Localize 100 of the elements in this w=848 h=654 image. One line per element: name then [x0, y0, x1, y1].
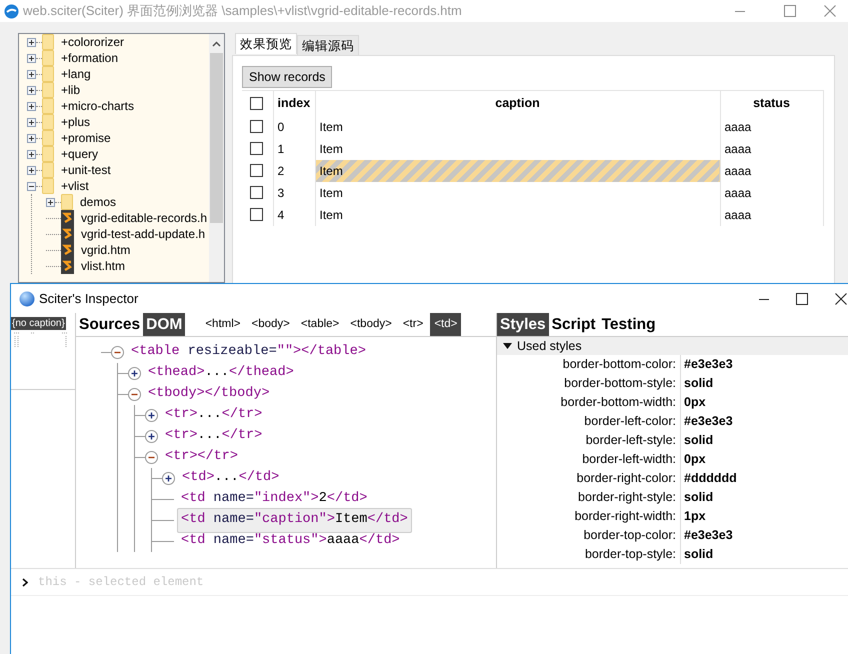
expand-icon[interactable] [128, 367, 141, 380]
tab[interactable]: Testing [598, 313, 659, 336]
close-icon[interactable] [835, 292, 847, 304]
file-icon [61, 258, 74, 274]
tree-item[interactable]: +lang [27, 66, 209, 82]
checkbox[interactable] [250, 142, 263, 155]
folder-icon [42, 178, 54, 194]
maximize-icon[interactable] [796, 292, 808, 304]
style-property: border-bottom-width: [497, 393, 681, 412]
tree-item[interactable]: +lib [27, 82, 209, 98]
expand-icon[interactable] [27, 166, 36, 174]
section-header[interactable]: Used styles [497, 337, 848, 355]
breadcrumb[interactable]: <td> [430, 313, 462, 336]
style-value: #e3e3e3 [683, 527, 733, 544]
tree-item[interactable]: +query [27, 146, 209, 162]
table-cell: aaaa [720, 138, 823, 160]
tree-item[interactable]: vgrid-editable-records.h [32, 210, 209, 226]
style-property: border-bottom-color: [497, 355, 681, 374]
style-value: solid [683, 375, 714, 392]
expand-icon[interactable] [145, 409, 158, 422]
tree-item[interactable]: demos [32, 194, 209, 210]
app-icon [19, 290, 35, 306]
tree-item[interactable]: vgrid.htm [32, 242, 209, 258]
thumbnail-caption: {no caption} [11, 317, 66, 330]
tree-item[interactable]: +plus [27, 114, 209, 130]
expand-icon[interactable] [27, 102, 36, 110]
tree-item[interactable]: +vlist [27, 178, 209, 194]
collapse-icon[interactable] [145, 451, 158, 464]
tree-item[interactable]: +micro-charts [27, 98, 209, 114]
column-header[interactable]: caption [315, 90, 720, 116]
app-icon [4, 4, 19, 18]
dom-node[interactable]: <td name="caption">Item</td> [177, 508, 412, 533]
checkbox[interactable] [250, 120, 263, 133]
window-title: web.sciter(Sciter) 界面范例浏览器 \samples\+vlist\vgrid-editable-records.htm [23, 2, 462, 20]
checkbox[interactable] [250, 208, 263, 221]
expand-icon[interactable] [27, 38, 36, 46]
style-property: border-right-color: [497, 469, 681, 488]
folder-icon [61, 194, 73, 210]
tab[interactable]: 编辑源码 [297, 35, 359, 55]
table-cell: 4 [273, 204, 315, 226]
tab[interactable]: DOM [143, 313, 186, 336]
expand-icon[interactable] [46, 198, 55, 206]
tree-item[interactable]: +unit-test [27, 162, 209, 178]
style-value: solid [683, 432, 714, 449]
table-cell: aaaa [720, 160, 823, 182]
collapse-icon[interactable] [503, 343, 512, 349]
style-value: 1px [683, 508, 706, 525]
table-cell: aaaa [720, 204, 823, 226]
table-cell: 1 [273, 138, 315, 160]
checkbox[interactable] [250, 164, 263, 177]
column-header[interactable]: status [720, 90, 823, 116]
tree-item[interactable]: +formation [27, 50, 209, 66]
tree-item[interactable]: +promise [27, 130, 209, 146]
folder-icon [42, 130, 54, 146]
expand-icon[interactable] [27, 70, 36, 78]
breadcrumb[interactable]: <tbody> [346, 313, 396, 336]
expand-icon[interactable] [162, 472, 175, 485]
breadcrumb[interactable]: <body> [248, 313, 294, 336]
checkbox[interactable] [250, 186, 263, 199]
table-cell: 3 [273, 182, 315, 204]
expand-icon[interactable] [27, 134, 36, 142]
table-cell: aaaa [720, 116, 823, 138]
expand-icon[interactable] [27, 150, 36, 158]
breadcrumb[interactable]: <html> [201, 313, 245, 336]
show-records-button[interactable]: Show records [242, 66, 332, 88]
prompt-icon [22, 578, 28, 586]
tree-item[interactable]: vlist.htm [32, 258, 209, 274]
style-value: solid [683, 489, 714, 506]
expand-icon[interactable] [145, 430, 158, 443]
folder-icon [42, 82, 54, 98]
style-property: border-bottom-style: [497, 374, 681, 393]
table-cell: aaaa [720, 182, 823, 204]
table-cell: Item [315, 182, 720, 204]
expand-icon[interactable] [27, 118, 36, 126]
column-header[interactable]: index [273, 90, 315, 116]
table-cell: Item [315, 204, 720, 226]
tab[interactable]: Script [548, 313, 599, 336]
breadcrumb[interactable]: <table> [296, 313, 344, 336]
style-property: border-left-style: [497, 431, 681, 450]
table-cell: Item [315, 116, 720, 138]
scrollbar[interactable] [209, 34, 224, 282]
style-value: #e3e3e3 [683, 356, 733, 373]
tab[interactable]: Styles [497, 313, 549, 336]
collapse-icon[interactable] [111, 346, 124, 359]
tree-item[interactable]: vgrid-test-add-update.h [32, 226, 209, 242]
scroll-thumb[interactable] [210, 53, 223, 223]
folder-icon [42, 50, 54, 66]
style-property: border-top-style: [497, 545, 681, 564]
checkbox[interactable] [250, 96, 263, 110]
expand-icon[interactable] [27, 54, 36, 62]
tab[interactable]: Sources [76, 313, 144, 336]
tree-item[interactable]: +colororizer [27, 34, 209, 50]
folder-icon [42, 98, 54, 114]
breadcrumb[interactable]: <tr> [398, 313, 428, 336]
tab[interactable]: 效果预览 [235, 33, 297, 54]
expand-icon[interactable] [27, 86, 36, 94]
collapse-icon[interactable] [27, 182, 36, 190]
style-property: border-top-color: [497, 526, 681, 545]
collapse-icon[interactable] [128, 388, 141, 401]
table-cell: 2 [273, 160, 315, 182]
